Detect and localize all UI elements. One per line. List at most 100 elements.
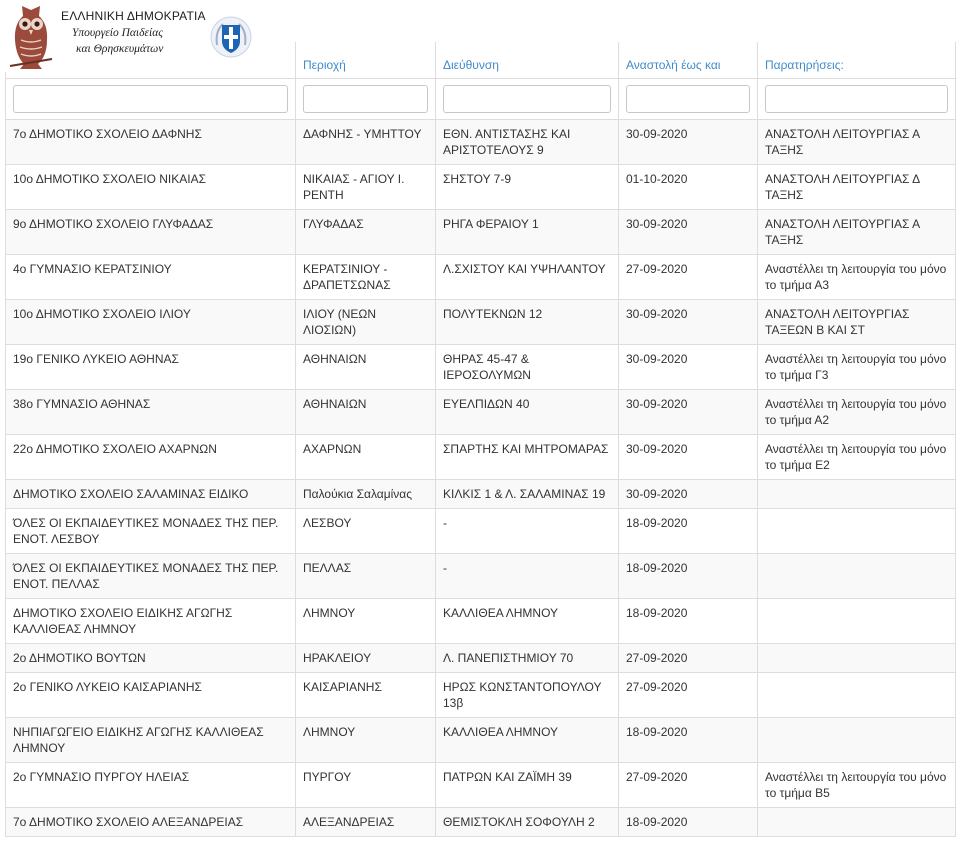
cell-address: ΕΘΝ. ΑΝΤΙΣΤΑΣΗΣ ΚΑΙ ΑΡΙΣΤΟΤΕΛΟΥΣ 9 bbox=[435, 119, 619, 165]
cell-address: ΗΡΩΣ ΚΩΝΣΤΑΝΤΟΠΟΥΛΟΥ 13β bbox=[435, 672, 619, 718]
cell-region: ΝΙΚΑΙΑΣ - ΑΓΙΟΥ Ι. ΡΕΝΤΗ bbox=[295, 164, 436, 210]
cell-address: ΠΟΛΥΤΕΚΝΩΝ 12 bbox=[435, 299, 619, 345]
cell-address: ΡΗΓΑ ΦΕΡΑΙΟΥ 1 bbox=[435, 209, 619, 255]
cell-region: ΚΕΡΑΤΣΙΝΙΟΥ - ΔΡΑΠΕΤΣΩΝΑΣ bbox=[295, 254, 436, 300]
cell-region: ΛΗΜΝΟΥ bbox=[295, 598, 436, 644]
table-row: 2ο ΓΕΝΙΚΟ ΛΥΚΕΙΟ ΚΑΙΣΑΡΙΑΝΗΣ ΚΑΙΣΑΡΙΑΝΗΣ Η… bbox=[5, 672, 956, 718]
table-row: ΔΗΜΟΤΙΚΟ ΣΧΟΛΕΙΟ ΣΑΛΑΜΙΝΑΣ ΕΙΔΙΚΟ Παλούκι… bbox=[5, 479, 956, 509]
table-row: 22ο ΔΗΜΟΤΙΚΟ ΣΧΟΛΕΙΟ ΑΧΑΡΝΩΝ ΑΧΑΡΝΩΝ ΣΠΑΡΤ… bbox=[5, 434, 956, 480]
cell-school: 7ο ΔΗΜΟΤΙΚΟ ΣΧΟΛΕΙΟ ΑΛΕΞΑΝΔΡΕΙΑΣ bbox=[5, 807, 296, 837]
cell-suspension-until: 27-09-2020 bbox=[618, 254, 758, 300]
cell-region: ΙΛΙΟΥ (ΝΕΩΝ ΛΙΟΣΙΩΝ) bbox=[295, 299, 436, 345]
filter-input-region[interactable] bbox=[303, 85, 428, 113]
filter-cell bbox=[618, 78, 758, 120]
filter-input-address[interactable] bbox=[443, 85, 611, 113]
column-header-address[interactable]: Διεύθυνση bbox=[435, 42, 619, 79]
cell-region: Παλούκια Σαλαμίνας bbox=[295, 479, 436, 509]
filter-cell bbox=[435, 78, 619, 120]
cell-remarks: Αναστέλλει τη λειτουργία του μόνο το τμή… bbox=[757, 762, 956, 808]
cell-remarks: Αναστέλλει τη λειτουργία του μόνο το τμή… bbox=[757, 254, 956, 300]
column-header-region[interactable]: Περιοχή bbox=[295, 42, 436, 79]
ministry-logo-header: ΕΛΛΗΝΙΚΗ ΔΗΜΟΚΡΑΤΙΑ Υπουργείο Παιδείας κ… bbox=[0, 0, 270, 72]
cell-school: ΔΗΜΟΤΙΚΟ ΣΧΟΛΕΙΟ ΣΑΛΑΜΙΝΑΣ ΕΙΔΙΚΟ bbox=[5, 479, 296, 509]
cell-region: ΛΗΜΝΟΥ bbox=[295, 717, 436, 763]
cell-school: 2ο ΓΥΜΝΑΣΙΟ ΠΥΡΓΟΥ ΗΛΕΙΑΣ bbox=[5, 762, 296, 808]
cell-school: 10ο ΔΗΜΟΤΙΚΟ ΣΧΟΛΕΙΟ ΝΙΚΑΙΑΣ bbox=[5, 164, 296, 210]
cell-school: 19ο ΓΕΝΙΚΟ ΛΥΚΕΙΟ ΑΘΗΝΑΣ bbox=[5, 344, 296, 390]
cell-school: 10ο ΔΗΜΟΤΙΚΟ ΣΧΟΛΕΙΟ ΙΛΙΟΥ bbox=[5, 299, 296, 345]
cell-address: - bbox=[435, 508, 619, 554]
cell-remarks: ΑΝΑΣΤΟΛΗ ΛΕΙΤΟΥΡΓΙΑΣ Δ ΤΑΞΗΣ bbox=[757, 164, 956, 210]
table-row: 2ο ΓΥΜΝΑΣΙΟ ΠΥΡΓΟΥ ΗΛΕΙΑΣ ΠΥΡΓΟΥ ΠΑΤΡΩΝ ΚΑ… bbox=[5, 762, 956, 808]
cell-suspension-until: 18-09-2020 bbox=[618, 807, 758, 837]
cell-remarks bbox=[757, 672, 956, 718]
cell-region: ΚΑΙΣΑΡΙΑΝΗΣ bbox=[295, 672, 436, 718]
cell-school: 9ο ΔΗΜΟΤΙΚΟ ΣΧΟΛΕΙΟ ΓΛΥΦΑΔΑΣ bbox=[5, 209, 296, 255]
table-row: 38ο ΓΥΜΝΑΣΙΟ ΑΘΗΝΑΣ ΑΘΗΝΑΙΩΝ ΕΥΕΛΠΙΔΩΝ 40 3… bbox=[5, 389, 956, 435]
cell-address: ΘΗΡΑΣ 45-47 & ΙΕΡΟΣΟΛΥΜΩΝ bbox=[435, 344, 619, 390]
school-closures-table: Περιοχή Διεύθυνση Αναστολή έως και Παρατ… bbox=[5, 42, 956, 837]
filter-row bbox=[5, 78, 956, 120]
cell-region: ΠΕΛΛΑΣ bbox=[295, 553, 436, 599]
cell-suspension-until: 18-09-2020 bbox=[618, 717, 758, 763]
column-header-remarks[interactable]: Παρατηρήσεις: bbox=[757, 42, 956, 79]
cell-remarks: ΑΝΑΣΤΟΛΗ ΛΕΙΤΟΥΡΓΙΑΣ Α ΤΑΞΗΣ bbox=[757, 209, 956, 255]
cell-address: ΚΙΛΚΙΣ 1 & Λ. ΣΑΛΑΜΙΝΑΣ 19 bbox=[435, 479, 619, 509]
owl-logo-icon bbox=[9, 6, 53, 69]
cell-suspension-until: 30-09-2020 bbox=[618, 479, 758, 509]
table-row: 19ο ΓΕΝΙΚΟ ΛΥΚΕΙΟ ΑΘΗΝΑΣ ΑΘΗΝΑΙΩΝ ΘΗΡΑΣ 45… bbox=[5, 344, 956, 390]
filter-input-remarks[interactable] bbox=[765, 85, 948, 113]
filter-cell bbox=[5, 78, 296, 120]
cell-suspension-until: 30-09-2020 bbox=[618, 209, 758, 255]
cell-address: Λ. ΠΑΝΕΠΙΣΤΗΜΙΟΥ 70 bbox=[435, 643, 619, 673]
cell-remarks bbox=[757, 598, 956, 644]
cell-suspension-until: 30-09-2020 bbox=[618, 434, 758, 480]
cell-suspension-until: 30-09-2020 bbox=[618, 119, 758, 165]
cell-school: 7ο ΔΗΜΟΤΙΚΟ ΣΧΟΛΕΙΟ ΔΑΦΝΗΣ bbox=[5, 119, 296, 165]
cell-school: 38ο ΓΥΜΝΑΣΙΟ ΑΘΗΝΑΣ bbox=[5, 389, 296, 435]
cell-remarks: Αναστέλλει τη λειτουργία του μόνο το τμή… bbox=[757, 434, 956, 480]
cell-address: ΣΠΑΡΤΗΣ ΚΑΙ ΜΗΤΡΟΜΑΡΑΣ bbox=[435, 434, 619, 480]
filter-cell bbox=[757, 78, 956, 120]
table-row: 10ο ΔΗΜΟΤΙΚΟ ΣΧΟΛΕΙΟ ΝΙΚΑΙΑΣ ΝΙΚΑΙΑΣ - ΑΓ… bbox=[5, 164, 956, 210]
cell-region: ΑΘΗΝΑΙΩΝ bbox=[295, 389, 436, 435]
table-row: ΔΗΜΟΤΙΚΟ ΣΧΟΛΕΙΟ ΕΙΔΙΚΗΣ ΑΓΩΓΗΣ ΚΑΛΛΙΘΕΑ… bbox=[5, 598, 956, 644]
cell-school: 22ο ΔΗΜΟΤΙΚΟ ΣΧΟΛΕΙΟ ΑΧΑΡΝΩΝ bbox=[5, 434, 296, 480]
cell-suspension-until: 27-09-2020 bbox=[618, 762, 758, 808]
cell-region: ΑΛΕΞΑΝΔΡΕΙΑΣ bbox=[295, 807, 436, 837]
cell-address: ΠΑΤΡΩΝ ΚΑΙ ΖΑΪΜΗ 39 bbox=[435, 762, 619, 808]
cell-suspension-until: 01-10-2020 bbox=[618, 164, 758, 210]
cell-remarks bbox=[757, 643, 956, 673]
cell-region: ΑΧΑΡΝΩΝ bbox=[295, 434, 436, 480]
filter-input-suspension-until[interactable] bbox=[626, 85, 750, 113]
cell-suspension-until: 27-09-2020 bbox=[618, 643, 758, 673]
cell-address: - bbox=[435, 553, 619, 599]
cell-school: ΌΛΕΣ ΟΙ ΕΚΠΑΙΔΕΥΤΙΚΕΣ ΜΟΝΑΔΕΣ ΤΗΣ ΠΕΡ. Ε… bbox=[5, 553, 296, 599]
cell-region: ΠΥΡΓΟΥ bbox=[295, 762, 436, 808]
cell-school: 2ο ΔΗΜΟΤΙΚΟ ΒΟΥΤΩΝ bbox=[5, 643, 296, 673]
cell-suspension-until: 30-09-2020 bbox=[618, 299, 758, 345]
cell-address: ΚΑΛΛΙΘΕΑ ΛΗΜΝΟΥ bbox=[435, 598, 619, 644]
table-row: ΌΛΕΣ ΟΙ ΕΚΠΑΙΔΕΥΤΙΚΕΣ ΜΟΝΑΔΕΣ ΤΗΣ ΠΕΡ. Ε… bbox=[5, 553, 956, 599]
filter-input-school[interactable] bbox=[13, 85, 288, 113]
cell-remarks bbox=[757, 479, 956, 509]
logo-subtitle-line2: και Θρησκευμάτων bbox=[76, 43, 164, 55]
cell-school: 2ο ΓΕΝΙΚΟ ΛΥΚΕΙΟ ΚΑΙΣΑΡΙΑΝΗΣ bbox=[5, 672, 296, 718]
logo-title: ΕΛΛΗΝΙΚΗ ΔΗΜΟΚΡΑΤΙΑ bbox=[61, 9, 206, 23]
cell-school: ΝΗΠΙΑΓΩΓΕΙΟ ΕΙΔΙΚΗΣ ΑΓΩΓΗΣ ΚΑΛΛΙΘΕΑΣ ΛΗΜ… bbox=[5, 717, 296, 763]
cell-school: 4ο ΓΥΜΝΑΣΙΟ ΚΕΡΑΤΣΙΝΙΟΥ bbox=[5, 254, 296, 300]
cell-suspension-until: 18-09-2020 bbox=[618, 553, 758, 599]
greek-emblem-icon bbox=[210, 16, 252, 58]
cell-remarks bbox=[757, 508, 956, 554]
column-header-suspension-until[interactable]: Αναστολή έως και bbox=[618, 42, 758, 79]
filter-cell bbox=[295, 78, 436, 120]
cell-address: ΕΥΕΛΠΙΔΩΝ 40 bbox=[435, 389, 619, 435]
table-row: 7ο ΔΗΜΟΤΙΚΟ ΣΧΟΛΕΙΟ ΔΑΦΝΗΣ ΔΑΦΝΗΣ - ΥΜΗΤΤ… bbox=[5, 119, 956, 165]
cell-school: ΌΛΕΣ ΟΙ ΕΚΠΑΙΔΕΥΤΙΚΕΣ ΜΟΝΑΔΕΣ ΤΗΣ ΠΕΡ. Ε… bbox=[5, 508, 296, 554]
cell-address: Λ.ΣΧΙΣΤΟΥ ΚΑΙ ΥΨΗΛΑΝΤΟΥ bbox=[435, 254, 619, 300]
table-row: 9ο ΔΗΜΟΤΙΚΟ ΣΧΟΛΕΙΟ ΓΛΥΦΑΔΑΣ ΓΛΥΦΑΔΑΣ ΡΗΓΑ… bbox=[5, 209, 956, 255]
cell-region: ΓΛΥΦΑΔΑΣ bbox=[295, 209, 436, 255]
cell-remarks: Αναστέλλει τη λειτουργία του μόνο το τμή… bbox=[757, 389, 956, 435]
logo-subtitle-line1: Υπουργείο Παιδείας bbox=[72, 27, 163, 39]
cell-remarks: ΑΝΑΣΤΟΛΗ ΛΕΙΤΟΥΡΓΙΑΣ Α ΤΑΞΗΣ bbox=[757, 119, 956, 165]
